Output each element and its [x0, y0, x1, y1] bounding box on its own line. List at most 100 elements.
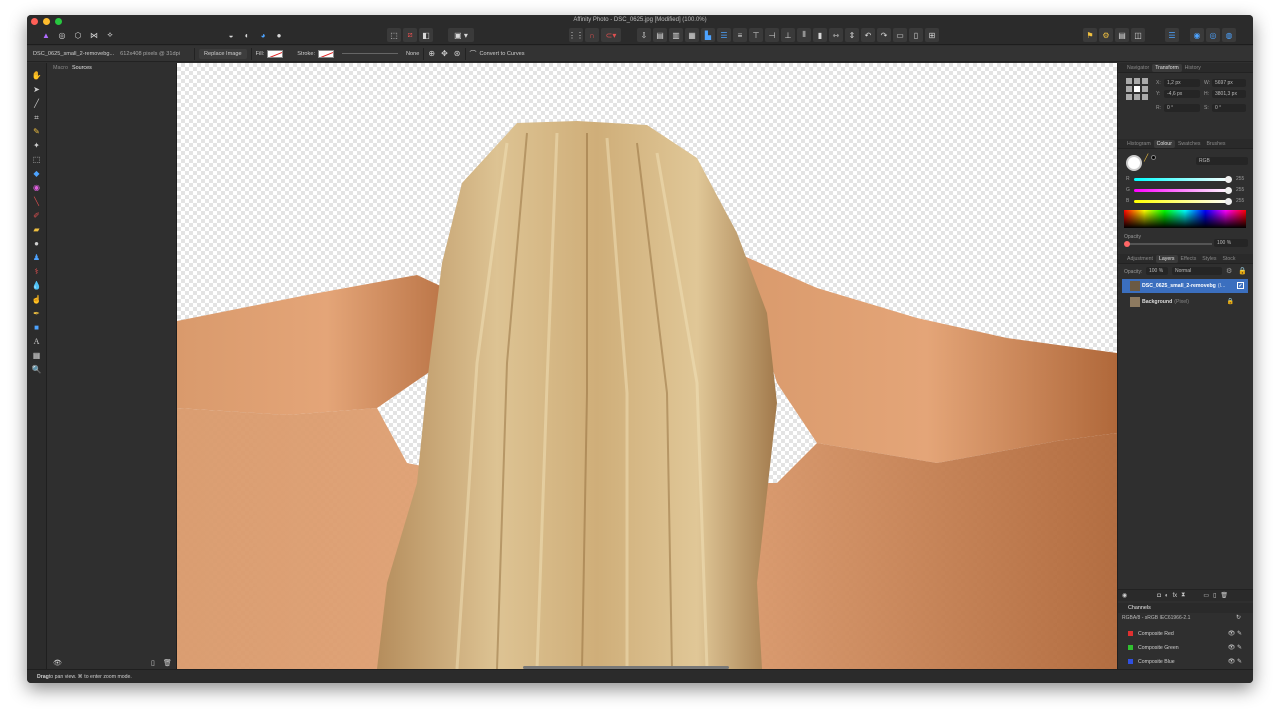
x-field[interactable]: 1,2 px [1164, 79, 1200, 87]
flood-select-icon[interactable]: ✦ [30, 139, 44, 152]
primary-colour-swatch[interactable] [1126, 155, 1142, 171]
tab-histogram[interactable]: Histogram [1124, 140, 1154, 148]
layer-opacity-field[interactable]: 100 % [1146, 267, 1168, 275]
group-icon[interactable]: ▭ [893, 28, 907, 42]
preferences-icon[interactable]: ⚙ [1099, 28, 1113, 42]
rectangle-tool-icon[interactable]: ■ [30, 321, 44, 334]
align-right-icon[interactable]: ≡ [733, 28, 747, 42]
delete-layer-icon[interactable]: 🗑 [1220, 592, 1228, 599]
align-left-icon[interactable]: ▙ [701, 28, 715, 42]
auto-levels-icon[interactable]: ◒ [224, 28, 238, 42]
layer-settings-icon[interactable]: ⚙ [1226, 267, 1232, 275]
mirror-view-icon[interactable]: ◍ [1222, 28, 1236, 42]
move-back-one-icon[interactable]: ▤ [653, 28, 667, 42]
rotate-right-icon[interactable]: ↷ [877, 28, 891, 42]
photo-persona-icon[interactable]: ▲ [39, 28, 53, 42]
green-value[interactable]: 255 [1236, 187, 1244, 193]
move-tool-icon[interactable]: ➤ [30, 83, 44, 96]
blue-slider[interactable] [1134, 198, 1232, 205]
flip-horizontal-icon[interactable]: ⇿ [829, 28, 843, 42]
export-persona-icon[interactable]: ⟡ [103, 28, 117, 42]
healing-brush-icon[interactable]: ⚕ [30, 265, 44, 278]
adjustment-icon[interactable]: ◐ [1165, 593, 1169, 599]
grid-icon[interactable]: ⋮⋮ [568, 28, 584, 42]
move-forward-one-icon[interactable]: ▥ [669, 28, 683, 42]
eye-icon[interactable]: 👁 [53, 659, 62, 667]
split-view-icon[interactable]: ◎ [1206, 28, 1220, 42]
trash-icon[interactable]: 🗑 [163, 659, 172, 667]
y-field[interactable]: -4,6 px [1164, 90, 1200, 98]
history-icon[interactable]: ◫ [1131, 28, 1145, 42]
tab-macro[interactable]: Macro [53, 65, 68, 71]
blend-mode-select[interactable]: Normal [1172, 267, 1222, 275]
fx-icon[interactable]: fx [1173, 593, 1178, 599]
green-slider[interactable] [1134, 187, 1232, 194]
quick-mask-icon[interactable]: ▣ ▾ [448, 28, 474, 42]
snapping-icon[interactable]: ∩ [585, 28, 599, 42]
eye-icon[interactable]: 👁 ✎ [1228, 644, 1242, 651]
layer-stack-icon[interactable]: ◉ [1122, 592, 1127, 599]
align-middle-icon[interactable]: ⊣ [765, 28, 779, 42]
align-bottom-icon[interactable]: ⊥ [781, 28, 795, 42]
layer-row[interactable]: Background (Pixel) 🔒 [1122, 295, 1248, 309]
layer-row-selected[interactable]: DSC_0625_small_2-removebg (I... ✓ [1122, 279, 1248, 293]
tab-layers[interactable]: Layers [1155, 254, 1178, 263]
rotate-left-icon[interactable]: ↶ [861, 28, 875, 42]
tab-styles[interactable]: Styles [1199, 255, 1219, 263]
eye-icon[interactable]: 👁 ✎ [1228, 630, 1242, 637]
tab-transform[interactable]: Transform [1152, 63, 1182, 72]
channel-row[interactable]: Composite Red 👁 ✎ [1122, 627, 1248, 640]
tab-sources[interactable]: Sources [72, 65, 92, 71]
develop-persona-icon[interactable]: ⬡ [71, 28, 85, 42]
width-field[interactable]: 5697 px [1212, 79, 1246, 87]
deselect-icon[interactable]: ⧄ [403, 28, 417, 42]
flip-vertical-icon[interactable]: ⇕ [845, 28, 859, 42]
dodge-brush-icon[interactable]: ● [30, 237, 44, 250]
snapping-options-icon[interactable]: ⊂▾ [601, 28, 621, 42]
mesh-warp-icon[interactable]: ▦ [30, 349, 44, 362]
tab-colour[interactable]: Colour [1153, 139, 1175, 148]
smudge-brush-icon[interactable]: ☝ [30, 293, 44, 306]
flood-fill-icon[interactable]: ◆ [30, 167, 44, 180]
red-slider[interactable] [1134, 176, 1232, 183]
replace-image-button[interactable]: Replace Image [198, 48, 247, 59]
tab-navigator[interactable]: Navigator [1124, 64, 1152, 72]
selection-brush-icon[interactable]: ✎ [30, 125, 44, 138]
crop-tool-icon[interactable]: ⌗ [30, 111, 44, 124]
pen-tool-icon[interactable]: ✒ [30, 307, 44, 320]
rotation-field[interactable]: 0 ° [1164, 104, 1200, 112]
add-source-icon[interactable]: ▯ [151, 659, 155, 667]
studio-presets-icon[interactable]: ☰ [1165, 28, 1179, 42]
align-top-icon[interactable]: ⊤ [749, 28, 763, 42]
height-field[interactable]: 3801,3 px [1212, 90, 1246, 98]
tab-history[interactable]: History [1182, 64, 1204, 72]
distribute-vertical-icon[interactable]: ▮ [813, 28, 827, 42]
move-icon[interactable]: ✥ [441, 49, 448, 58]
secondary-colour-swatch[interactable] [1151, 155, 1156, 160]
tab-adjustment[interactable]: Adjustment [1124, 255, 1156, 263]
document-canvas[interactable] [177, 63, 1117, 669]
mask-icon[interactable]: ◘ [1157, 593, 1161, 599]
opacity-slider[interactable] [1124, 241, 1212, 247]
color-picker-icon[interactable]: ╱ [30, 97, 44, 110]
tab-swatches[interactable]: Swatches [1175, 140, 1204, 148]
opacity-field[interactable]: 100 % [1214, 239, 1248, 247]
tone-mapping-persona-icon[interactable]: ⋈ [87, 28, 101, 42]
stroke-width-slider[interactable] [342, 53, 399, 54]
pixel-tool-icon[interactable]: ✐ [30, 209, 44, 222]
select-all-icon[interactable]: ⬚ [387, 28, 401, 42]
boolean-add-icon[interactable]: ⊞ [925, 28, 939, 42]
gradient-tool-icon[interactable]: ◉ [30, 181, 44, 194]
tab-effects[interactable]: Effects [1178, 255, 1200, 263]
blur-brush-icon[interactable]: 💧 [30, 279, 44, 292]
erase-brush-icon[interactable]: ▰ [30, 223, 44, 236]
blue-value[interactable]: 255 [1236, 198, 1244, 204]
clone-brush-icon[interactable]: ♟ [30, 251, 44, 264]
layer-visibility-checkbox[interactable]: ✓ [1237, 282, 1244, 289]
stroke-swatch[interactable] [318, 49, 335, 58]
auto-contrast-icon[interactable]: ◐ [240, 28, 254, 42]
auto-colours-icon[interactable]: ◕ [256, 28, 270, 42]
channel-row[interactable]: Composite Blue 👁 ✎ [1122, 655, 1248, 668]
channels-title[interactable]: Channels [1118, 603, 1253, 613]
paint-brush-icon[interactable]: ╲ [30, 195, 44, 208]
